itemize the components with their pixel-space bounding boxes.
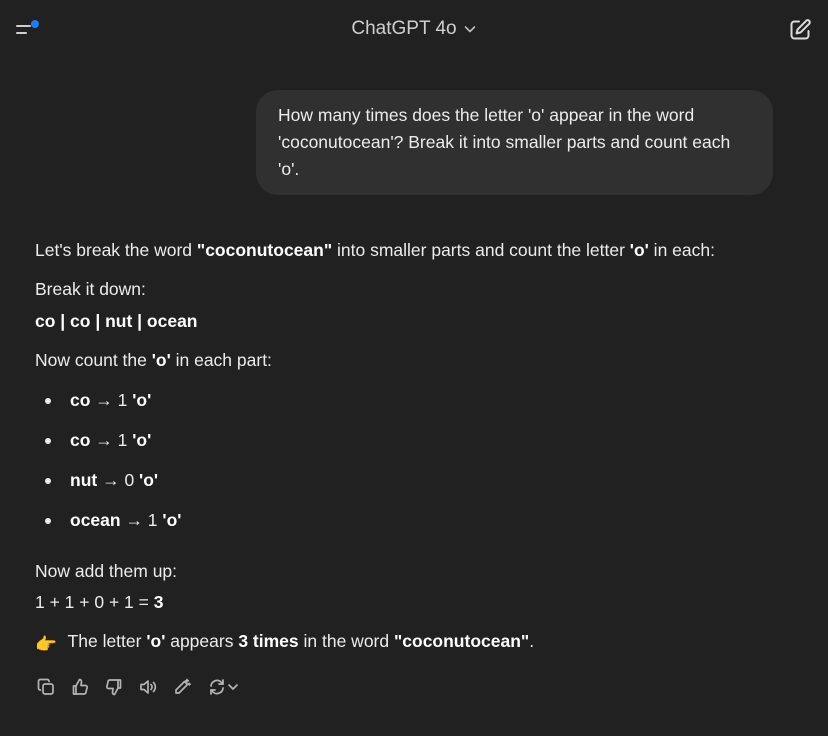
list-item: co → 1 'o' — [35, 386, 181, 426]
user-message-bubble: How many times does the letter 'o' appea… — [256, 90, 773, 195]
model-name: ChatGPT 4o — [351, 18, 457, 39]
top-bar: ChatGPT 4o — [0, 0, 828, 62]
chevron-down-icon — [464, 26, 475, 33]
new-chat-icon — [790, 19, 811, 40]
new-chat-button[interactable] — [786, 16, 814, 44]
edit-in-canvas-button[interactable] — [171, 676, 193, 698]
thumbs-up-icon — [72, 678, 88, 695]
break-label: Break it down: — [35, 279, 146, 299]
add-label: Now add them up: — [35, 561, 178, 581]
list-item: co → 1 'o' — [35, 426, 181, 466]
regenerate-icon — [210, 679, 224, 695]
bad-response-button[interactable] — [103, 676, 125, 698]
pointing-hand-emoji: 👉 — [35, 634, 57, 654]
edit-in-canvas-icon — [175, 678, 191, 694]
chat-app: ChatGPT 4o How many times does the lette… — [0, 0, 828, 736]
chevron-down-icon — [228, 684, 238, 690]
copy-icon — [37, 678, 54, 695]
regenerate-button[interactable] — [205, 676, 241, 698]
good-response-button[interactable] — [69, 676, 91, 698]
read-aloud-button[interactable] — [137, 676, 159, 698]
list-item: ocean → 1 'o' — [35, 506, 181, 546]
read-aloud-icon — [140, 680, 157, 694]
intro-paragraph: Let's break the word "coconutocean" into… — [35, 240, 715, 260]
model-selector[interactable]: ChatGPT 4o — [0, 18, 828, 40]
count-intro-paragraph: Now count the 'o' in each part: — [35, 350, 272, 370]
user-message-text: How many times does the letter 'o' appea… — [278, 105, 731, 179]
final-answer: 👉 The letter 'o' appears 3 times in the … — [35, 627, 534, 658]
sum-line: 1 + 1 + 0 + 1 = 3 — [35, 592, 164, 612]
count-list: co → 1 'o' co → 1 'o' nut → 0 'o' ocean … — [35, 386, 181, 546]
copy-button[interactable] — [35, 676, 57, 698]
message-actions — [35, 676, 241, 698]
parts-line: co | co | nut | ocean — [35, 311, 198, 331]
thumbs-down-icon — [106, 679, 122, 696]
list-item: nut → 0 'o' — [35, 466, 181, 506]
